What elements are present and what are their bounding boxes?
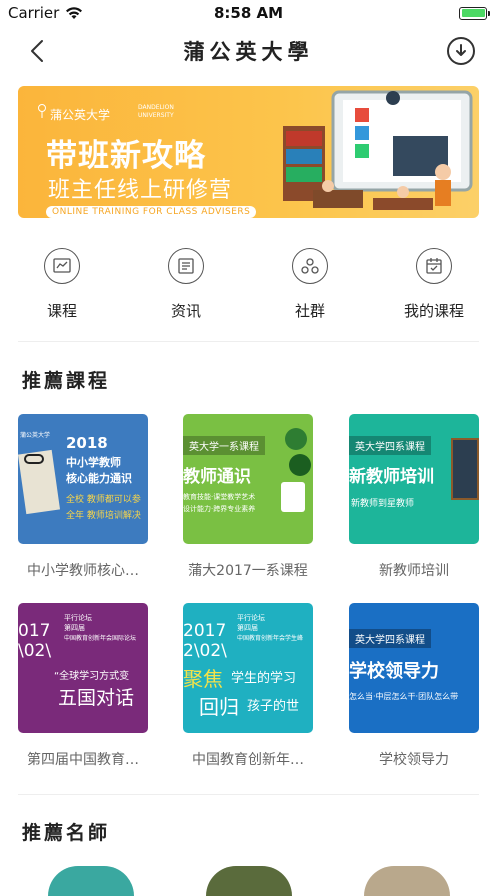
download-circle-icon (456, 44, 466, 56)
community-icon (301, 258, 319, 274)
course-thumbnail: 英大学一系课程 教师通识 教育技能·课堂教学艺术 设计能力·跨界专业素养 (183, 414, 313, 544)
quick-nav-courses[interactable]: 课程 (0, 248, 124, 328)
section-title-teachers: 推薦名師 (22, 822, 111, 844)
course-card[interactable]: 蒲公英大学 2018 中小学教师 核心能力通识 全校 教师都可以参 全年 教师培… (18, 414, 148, 580)
teacher-avatar[interactable] (364, 866, 450, 896)
section-title-courses: 推薦課程 (22, 370, 111, 392)
course-card[interactable]: 2017 2\02\ 平行论坛 第四届 中国教育创新年会学生峰 聚焦 学生的学习… (183, 603, 313, 769)
quick-nav-my-courses[interactable]: 我的课程 (372, 248, 496, 328)
course-card[interactable]: 英大学一系课程 教师通识 教育技能·课堂教学艺术 设计能力·跨界专业素养 蒲大2… (183, 414, 313, 580)
quick-nav-label: 社群 (294, 302, 325, 320)
teacher-avatar[interactable] (48, 866, 134, 896)
quick-nav: 课程 资讯 社群 我的课程 (0, 248, 497, 328)
calendar-check-icon (426, 258, 442, 274)
banner-brand: 蒲公英大学 (50, 108, 111, 122)
course-name: 中国教育创新年… (192, 752, 304, 768)
course-card[interactable]: 英大学四系课程 学校领导力 怎么当·中层怎么干·团队怎么带 学校领导力 (349, 603, 479, 769)
course-name: 学校领导力 (379, 752, 449, 768)
carrier-label: Carrier (8, 4, 60, 22)
quick-nav-community[interactable]: 社群 (248, 248, 372, 328)
battery-icon (459, 6, 490, 20)
course-thumbnail: 017 \02\ 平行论坛 第四届 中国教育创新年会国际论坛 “全球学习方式变 … (18, 603, 148, 733)
status-bar: Carrier 8:58 AM (0, 0, 497, 26)
quick-nav-news[interactable]: 资讯 (124, 248, 248, 328)
classroom-illustration (283, 90, 473, 210)
news-icon (178, 258, 194, 274)
quick-nav-label: 课程 (46, 302, 77, 320)
divider (18, 794, 479, 795)
course-name: 蒲大2017一系课程 (188, 563, 308, 579)
teacher-avatar[interactable] (206, 866, 292, 896)
dandelion-logo-icon (38, 104, 46, 118)
chevron-left-icon[interactable] (26, 38, 50, 64)
course-card[interactable]: 017 \02\ 平行论坛 第四届 中国教育创新年会国际论坛 “全球学习方式变 … (18, 603, 148, 769)
nav-bar: 蒲公英大學 (0, 26, 497, 76)
course-name: 第四届中国教育… (27, 752, 139, 768)
course-thumbnail: 英大学四系课程 新教师培训 新教师到星教师 (349, 414, 479, 544)
quick-nav-label: 资讯 (170, 302, 201, 320)
course-thumbnail: 蒲公英大学 2018 中小学教师 核心能力通识 全校 教师都可以参 全年 教师培… (18, 414, 148, 544)
chart-icon (53, 258, 71, 273)
course-name: 新教师培训 (379, 563, 449, 579)
quick-nav-label: 我的课程 (403, 302, 464, 320)
course-thumbnail: 英大学四系课程 学校领导力 怎么当·中层怎么干·团队怎么带 (349, 603, 479, 733)
divider (18, 341, 479, 342)
banner-subtitle: 班主任线上研修营 (48, 178, 233, 203)
promo-banner[interactable]: 蒲公英大学 DANDELION UNIVERSITY 带班新攻略 班主任线上研修… (18, 86, 479, 218)
course-name: 中小学教师核心… (27, 563, 139, 579)
course-card[interactable]: 英大学四系课程 新教师培训 新教师到星教师 新教师培训 (349, 414, 479, 580)
wifi-icon (66, 6, 83, 19)
banner-brand-en: DANDELION UNIVERSITY (138, 104, 174, 119)
page-title: 蒲公英大學 (183, 39, 314, 64)
course-thumbnail: 2017 2\02\ 平行论坛 第四届 中国教育创新年会学生峰 聚焦 学生的学习… (183, 603, 313, 733)
banner-english: ONLINE TRAINING FOR CLASS ADVISERS (46, 206, 257, 218)
banner-title: 带班新攻略 (46, 138, 206, 174)
download-button[interactable] (447, 37, 475, 65)
